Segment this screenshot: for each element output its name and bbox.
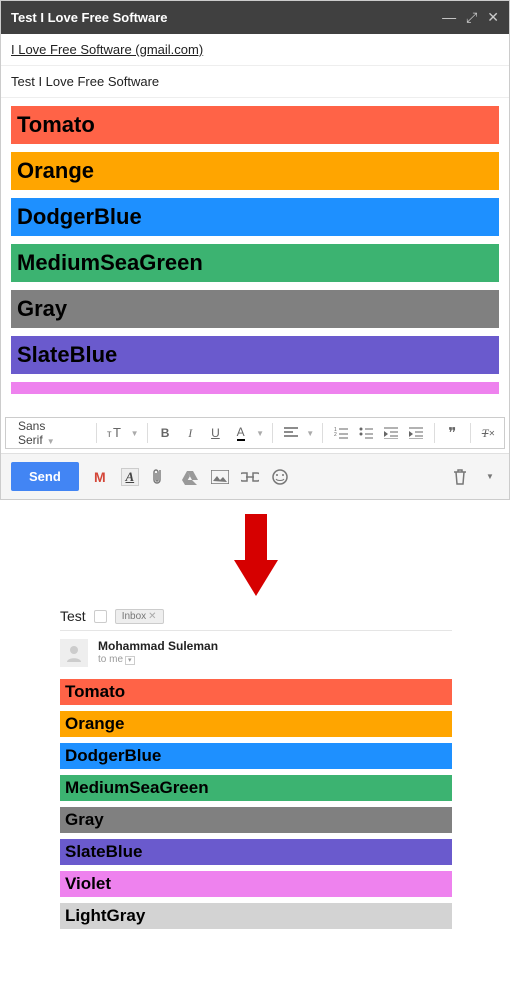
align-button[interactable]	[281, 423, 300, 443]
indent-less-button[interactable]	[381, 423, 400, 443]
sender-name: Mohammad Suleman	[98, 639, 218, 653]
numbered-list-button[interactable]: 12	[331, 423, 350, 443]
compose-body[interactable]: Tomato Orange DodgerBlue MediumSeaGreen Gray…	[1, 98, 509, 413]
title-bar: Test I Love Free Software — ⤢ ✕	[1, 1, 509, 34]
attach-icon[interactable]	[151, 468, 169, 486]
close-icon[interactable]: ✕	[487, 9, 499, 26]
color-row[interactable]: DodgerBlue	[11, 198, 499, 236]
window-controls: — ⤢ ✕	[442, 9, 499, 26]
remove-format-button[interactable]: T✕	[479, 423, 498, 443]
color-row: DodgerBlue	[60, 743, 452, 769]
color-row: SlateBlue	[60, 839, 452, 865]
to-line: to me▾	[98, 654, 218, 665]
italic-button[interactable]: I	[181, 423, 200, 443]
font-size-button[interactable]: тT	[105, 423, 124, 443]
color-row[interactable]: Orange	[11, 152, 499, 190]
received-header: Test Inbox✕	[60, 608, 452, 631]
arrow-down-icon	[0, 500, 512, 608]
compose-window: Test I Love Free Software — ⤢ ✕ I Love F…	[0, 0, 510, 500]
color-row[interactable]: MediumSeaGreen	[11, 244, 499, 282]
color-row: Gray	[60, 807, 452, 833]
more-options-button[interactable]: ▼	[481, 468, 499, 486]
expand-icon[interactable]: ⤢	[466, 9, 477, 26]
color-row[interactable]	[11, 382, 499, 394]
emoji-icon[interactable]	[271, 468, 289, 486]
gmail-m-icon[interactable]: M	[91, 468, 109, 486]
window-title: Test I Love Free Software	[11, 10, 168, 25]
link-icon[interactable]	[241, 468, 259, 486]
svg-text:T: T	[113, 426, 121, 440]
color-row[interactable]: SlateBlue	[11, 336, 499, 374]
indent-more-button[interactable]	[407, 423, 426, 443]
svg-text:2: 2	[334, 432, 337, 438]
received-email: Test Inbox✕ Mohammad Suleman to me▾ Toma…	[0, 608, 512, 949]
format-a-button[interactable]: A	[121, 468, 139, 486]
trash-icon[interactable]	[451, 468, 469, 486]
color-row: Orange	[60, 711, 452, 737]
to-row[interactable]: I Love Free Software (gmail.com)	[1, 34, 509, 66]
color-row[interactable]: Tomato	[11, 106, 499, 144]
avatar	[60, 639, 88, 667]
color-row: Tomato	[60, 679, 452, 705]
received-body: Tomato Orange DodgerBlue MediumSeaGreen Gray…	[60, 679, 452, 929]
bullet-list-button[interactable]	[356, 423, 375, 443]
text-color-button[interactable]: A	[231, 423, 250, 443]
bold-button[interactable]: B	[155, 423, 174, 443]
sender-row: Mohammad Suleman to me▾	[60, 639, 452, 667]
color-row: MediumSeaGreen	[60, 775, 452, 801]
subject-field[interactable]: Test I Love Free Software	[11, 74, 159, 89]
color-row: LightGray	[60, 903, 452, 929]
drive-icon[interactable]	[181, 468, 199, 486]
format-toolbar: Sans Serif▼ тT ▼ B I U A ▼ ▼ 12	[5, 417, 505, 449]
send-button[interactable]: Send	[11, 462, 79, 491]
received-subject: Test	[60, 608, 86, 624]
label-remove-icon[interactable]: ✕	[148, 611, 156, 622]
color-row: Violet	[60, 871, 452, 897]
details-dropdown[interactable]: ▾	[125, 656, 135, 665]
underline-button[interactable]: U	[206, 423, 225, 443]
subject-row[interactable]: Test I Love Free Software	[1, 66, 509, 98]
mark-icon[interactable]	[94, 610, 107, 623]
action-bar: Send M A ▼	[1, 453, 509, 499]
quote-button[interactable]: ❞	[443, 423, 462, 443]
inbox-label[interactable]: Inbox✕	[115, 609, 164, 624]
image-icon[interactable]	[211, 468, 229, 486]
color-row[interactable]: Gray	[11, 290, 499, 328]
svg-text:т: т	[107, 429, 112, 440]
minimize-icon[interactable]: —	[442, 9, 456, 26]
font-family-select[interactable]: Sans Serif▼	[12, 419, 88, 447]
to-field[interactable]: I Love Free Software (gmail.com)	[11, 42, 203, 57]
